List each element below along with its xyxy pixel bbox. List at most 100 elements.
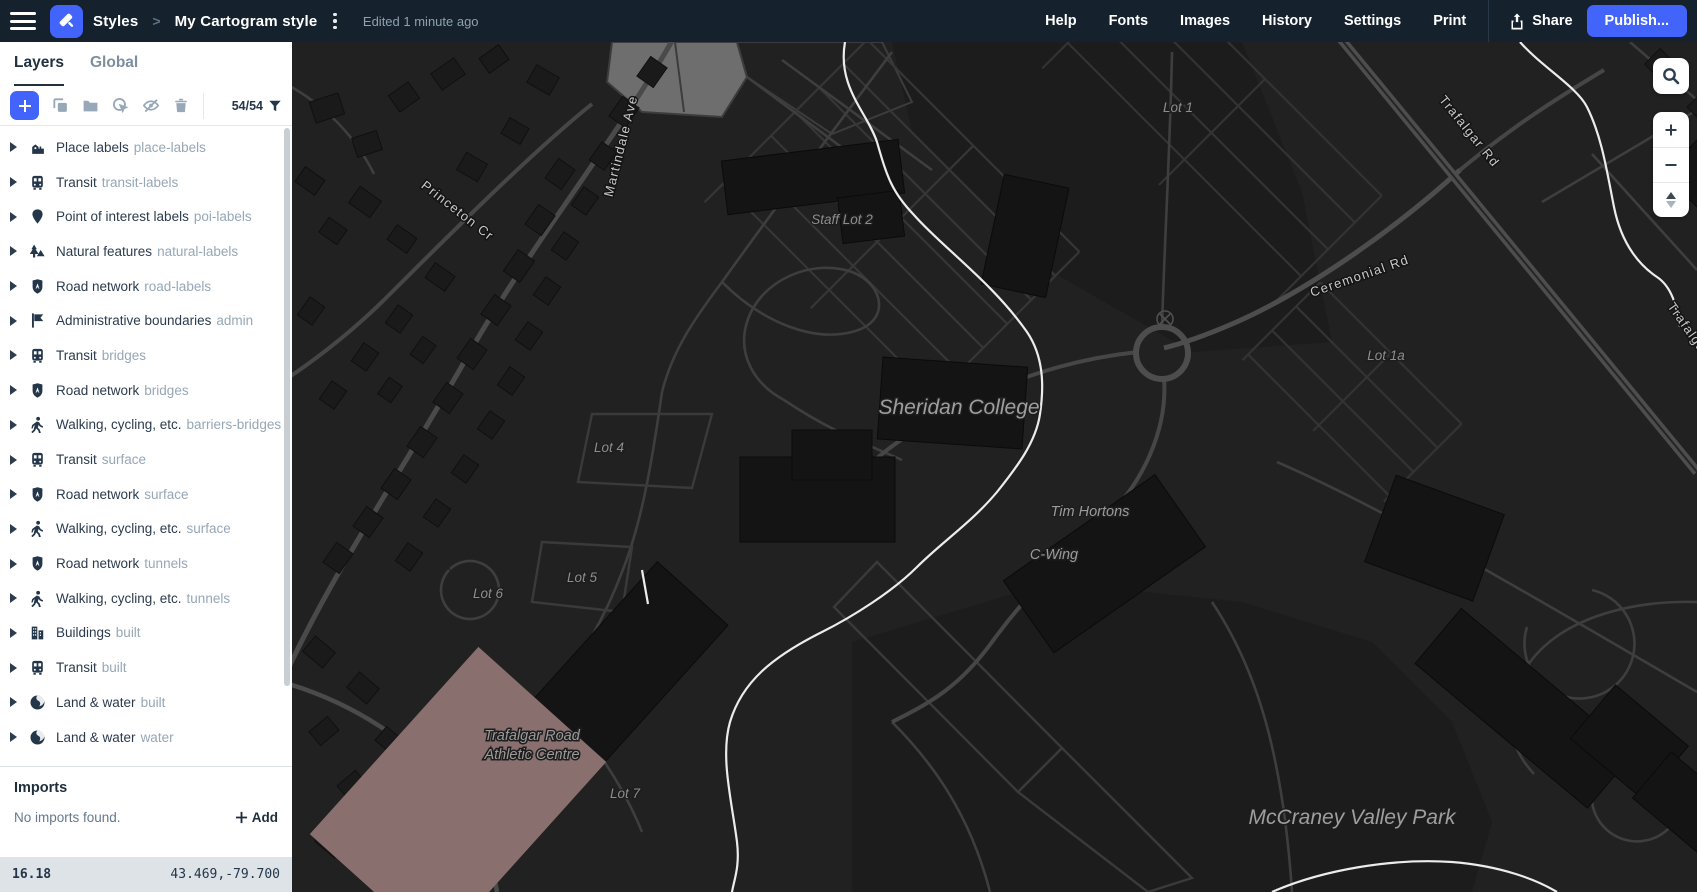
layer-group-row[interactable]: Road network road-labels: [0, 269, 292, 304]
layer-group-row[interactable]: Transit built: [0, 650, 292, 685]
expand-caret-icon[interactable]: [10, 593, 17, 604]
group-folder-icon[interactable]: [82, 97, 99, 114]
top-nav: Help Fonts Images History Settings Print: [1029, 0, 1482, 42]
expand-caret-icon[interactable]: [10, 211, 17, 222]
layer-group-row[interactable]: Walking, cycling, etc. barriers-bridges: [0, 408, 292, 443]
style-title[interactable]: My Cartogram style: [175, 13, 318, 30]
road-icon: [29, 555, 46, 572]
expand-caret-icon[interactable]: [10, 315, 17, 326]
menu-icon[interactable]: [10, 12, 36, 30]
edited-status: Edited 1 minute ago: [362, 13, 479, 29]
zoom-in-button[interactable]: [1653, 112, 1689, 147]
layer-group-row[interactable]: Road network tunnels: [0, 546, 292, 581]
expand-caret-icon[interactable]: [10, 662, 17, 673]
expand-caret-icon[interactable]: [10, 385, 17, 396]
select-features-icon[interactable]: [112, 97, 129, 114]
map-label: Lot 7: [610, 786, 641, 801]
expand-caret-icon[interactable]: [10, 350, 17, 361]
layer-group-suffix: place-labels: [133, 139, 206, 155]
poi-icon: [29, 208, 46, 225]
layer-group-row[interactable]: Road network bridges: [0, 373, 292, 408]
pitch-toggle-button[interactable]: [1653, 182, 1689, 217]
layer-group-row[interactable]: Land & water built: [0, 685, 292, 720]
layer-group-row[interactable]: Transit bridges: [0, 338, 292, 373]
expand-caret-icon[interactable]: [10, 697, 17, 708]
layer-group-row[interactable]: Natural features natural-labels: [0, 234, 292, 269]
imports-section: Imports No imports found. Add: [0, 766, 292, 857]
share-label: Share: [1532, 13, 1573, 29]
layer-group-name: Road network: [56, 382, 140, 398]
mapbox-studio-logo[interactable]: [50, 4, 83, 38]
search-icon: [1663, 68, 1680, 85]
top-nav-settings[interactable]: Settings: [1328, 0, 1417, 42]
buildings-icon: [29, 624, 46, 641]
layer-group-row[interactable]: Transit surface: [0, 442, 292, 477]
layer-group-row[interactable]: Point of interest labels poi-labels: [0, 199, 292, 234]
top-nav-history[interactable]: History: [1246, 0, 1328, 42]
top-nav-fonts[interactable]: Fonts: [1093, 0, 1164, 42]
expand-caret-icon[interactable]: [10, 627, 17, 638]
map-label: Lot 1a: [1367, 348, 1405, 363]
layer-group-row[interactable]: Buildings built: [0, 616, 292, 651]
expand-caret-icon[interactable]: [10, 732, 17, 743]
layer-group-name: Administrative boundaries: [56, 313, 212, 329]
layer-count: 54/54: [231, 98, 263, 113]
layers-sidebar: Layers Global 54/54 Place labels place-l…: [0, 42, 292, 892]
natural-icon: [29, 243, 46, 260]
toolbar-divider: [203, 92, 204, 119]
map-label: Tim Hortons: [1051, 504, 1130, 520]
style-options-kebab-icon[interactable]: [327, 9, 343, 34]
expand-caret-icon[interactable]: [10, 177, 17, 188]
layer-group-row[interactable]: Transit transit-labels: [0, 165, 292, 200]
expand-caret-icon[interactable]: [10, 419, 17, 430]
layer-group-row[interactable]: Walking, cycling, etc. surface: [0, 512, 292, 547]
add-layer-button[interactable]: [10, 91, 39, 120]
layer-group-name: Road network: [56, 278, 140, 294]
mapbox-studio-app: Styles > My Cartogram style Edited 1 min…: [0, 0, 1697, 892]
map-label: Lot 5: [567, 570, 598, 585]
add-import-button[interactable]: Add: [235, 810, 278, 825]
top-bar: Styles > My Cartogram style Edited 1 min…: [0, 0, 1697, 42]
imports-heading: Imports: [14, 780, 68, 796]
breadcrumb-section[interactable]: Styles: [93, 13, 138, 30]
paint-roller-icon: [59, 13, 73, 27]
layers-toolbar: 54/54: [0, 86, 292, 126]
sidebar-scrollbar[interactable]: [284, 128, 290, 686]
layer-group-row[interactable]: Place labels place-labels: [0, 130, 292, 165]
publish-button[interactable]: Publish...: [1586, 5, 1687, 37]
layer-group-row[interactable]: Administrative boundaries admin: [0, 303, 292, 338]
delete-layer-icon[interactable]: [173, 97, 189, 114]
expand-caret-icon[interactable]: [10, 523, 17, 534]
expand-caret-icon[interactable]: [10, 246, 17, 257]
layer-filter-counter[interactable]: 54/54: [232, 99, 282, 113]
filter-funnel-icon: [269, 100, 281, 111]
landwater-icon: [29, 694, 46, 711]
tab-layers[interactable]: Layers: [14, 54, 64, 86]
layer-group-row[interactable]: Walking, cycling, etc. tunnels: [0, 581, 292, 616]
hide-layer-icon[interactable]: [142, 97, 160, 114]
layer-group-name: Transit: [56, 347, 97, 363]
expand-caret-icon[interactable]: [10, 281, 17, 292]
map-label: Trafalgar Road: [484, 728, 581, 744]
layer-group-row[interactable]: Road network surface: [0, 477, 292, 512]
zoom-out-button[interactable]: [1653, 147, 1689, 182]
duplicate-layer-icon[interactable]: [52, 97, 69, 114]
expand-caret-icon[interactable]: [10, 454, 17, 465]
top-nav-images[interactable]: Images: [1164, 0, 1246, 42]
layer-group-name: Walking, cycling, etc.: [56, 590, 182, 606]
layer-group-suffix: tunnels: [144, 556, 188, 572]
tab-global[interactable]: Global: [90, 54, 138, 86]
map-canvas[interactable]: Lot 1 Trafalgar Rd Martindale Ave Princeton…: [292, 42, 1697, 892]
share-button[interactable]: Share: [1495, 13, 1586, 30]
expand-caret-icon[interactable]: [10, 142, 17, 153]
top-nav-help[interactable]: Help: [1029, 0, 1092, 42]
expand-caret-icon[interactable]: [10, 558, 17, 569]
plus-icon: [1665, 124, 1677, 135]
layer-group-name: Place labels: [56, 139, 129, 155]
map-search-button[interactable]: [1653, 58, 1689, 94]
top-nav-print[interactable]: Print: [1417, 0, 1482, 42]
layer-group-row[interactable]: Land & water water: [0, 720, 292, 755]
layer-group-suffix: admin: [216, 313, 254, 329]
expand-caret-icon[interactable]: [10, 489, 17, 500]
plus-icon: [18, 99, 31, 112]
